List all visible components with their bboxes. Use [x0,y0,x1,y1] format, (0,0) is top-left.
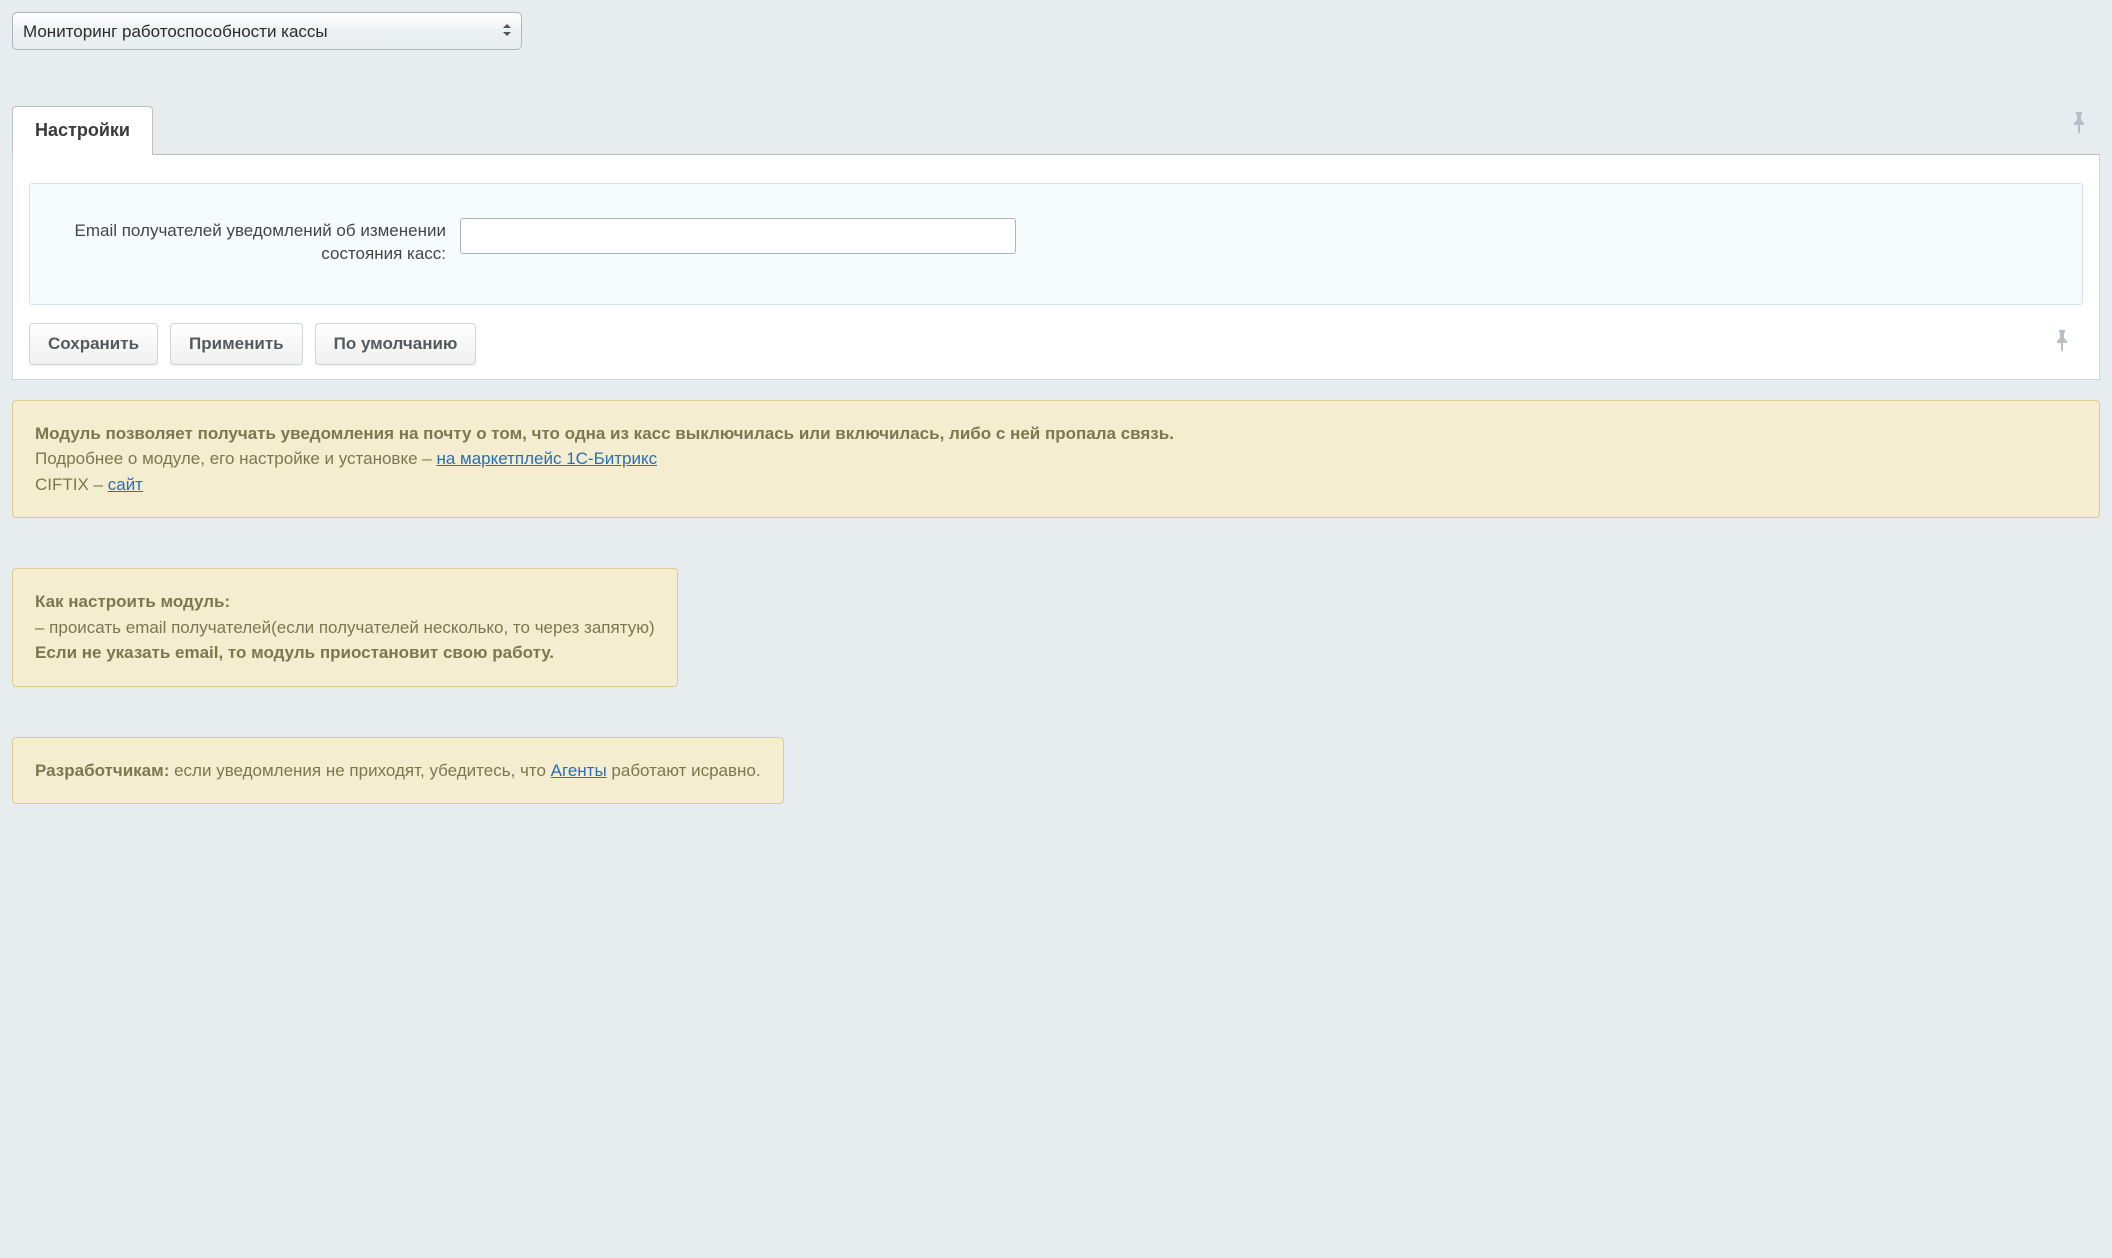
info-line-text: – происать email получателей(если получа… [35,618,655,637]
tab-settings[interactable]: Настройки [12,106,153,155]
module-select-wrap[interactable]: Мониторинг работоспособности кассы [12,12,522,50]
module-select[interactable]: Мониторинг работоспособности кассы [12,12,522,50]
info-heading: Как настроить модуль: [35,592,230,611]
settings-inner-box: Email получателей уведомлений об изменен… [29,183,2083,305]
email-recipients-input[interactable] [460,218,1016,254]
email-recipients-label: Email получателей уведомлений об изменен… [46,218,446,266]
tab-label: Настройки [35,120,130,140]
info-prefix-bold: Разработчикам: [35,761,169,780]
info-suffix-text: работают исравно. [607,761,761,780]
apply-button[interactable]: Применить [170,323,303,365]
pin-icon[interactable] [2047,324,2077,364]
info-line-bold: Модуль позволяет получать уведомления на… [35,424,1174,443]
info-line-text: Подробнее о модуле, его настройке и уста… [35,449,436,468]
settings-panel: Email получателей уведомлений об изменен… [12,155,2100,380]
info-line-bold: Если не указать email, то модуль приоста… [35,643,554,662]
tabs-row: Настройки [12,105,2100,155]
agents-link[interactable]: Агенты [551,761,607,780]
info-box-how-to-configure: Как настроить модуль: – происать email п… [12,568,678,687]
info-mid-text: если уведомления не приходят, убедитесь,… [169,761,550,780]
info-box-developers-note: Разработчикам: если уведомления не прихо… [12,737,784,805]
default-button[interactable]: По умолчанию [315,323,477,365]
button-row: Сохранить Применить По умолчанию [29,323,2083,365]
ciftix-site-link[interactable]: сайт [108,475,143,494]
info-box-module-description: Модуль позволяет получать уведомления на… [12,400,2100,519]
save-button[interactable]: Сохранить [29,323,158,365]
info-line-text: CIFTIX – [35,475,108,494]
marketplace-link[interactable]: на маркетплейс 1С-Битрикс [436,449,657,468]
pin-icon[interactable] [2064,106,2094,146]
